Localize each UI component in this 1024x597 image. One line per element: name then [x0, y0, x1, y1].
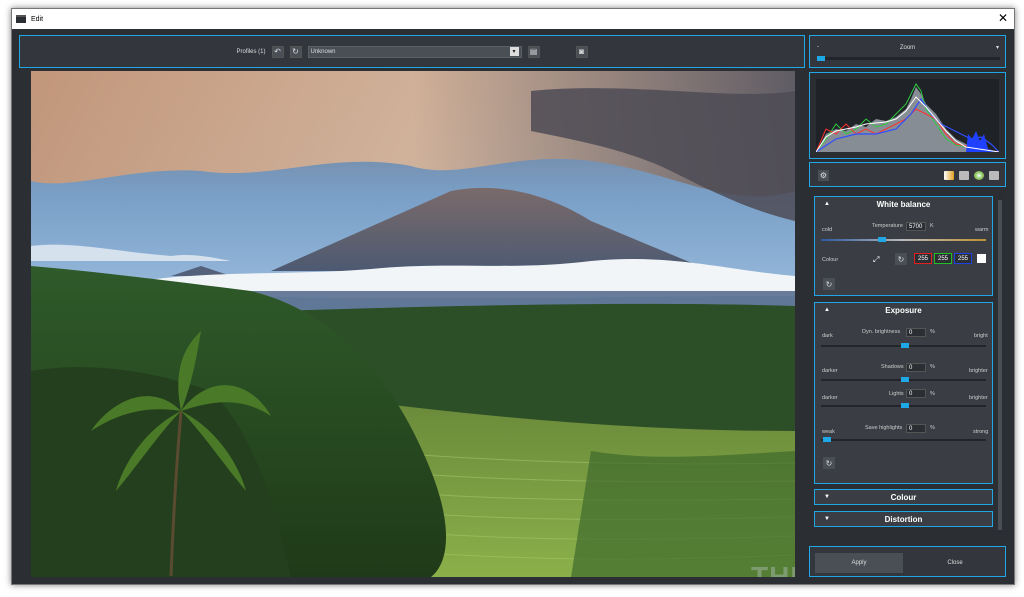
expand-icon[interactable]: ▼ [824, 516, 830, 522]
zoom-panel: - Zoom ▾ [809, 35, 1006, 68]
dyn-brightness-thumb[interactable] [901, 343, 909, 348]
lights-label: Lights [889, 391, 904, 397]
reset-profile-button[interactable]: ↻ [289, 45, 302, 58]
shadows-label: Shadows [881, 364, 904, 370]
tool-icons [944, 171, 999, 180]
settings-scroll-area[interactable]: ▲ White balance cold Temperature 5700 K … [809, 190, 1006, 543]
reset-colour-button[interactable]: ↻ [895, 253, 907, 265]
landscape-photo [31, 71, 795, 577]
shadows-input[interactable]: 0 [906, 363, 926, 372]
profile-toolbar: Profiles (1) ↶ ↻ Unknown ▾ ▤ ◙ [19, 35, 805, 68]
save-right-label: strong [973, 429, 989, 435]
save-highlights-slider[interactable] [821, 437, 986, 442]
white-balance-section: ▲ White balance cold Temperature 5700 K … [814, 196, 993, 296]
lights-thumb[interactable] [901, 403, 909, 408]
settings-scrollbar[interactable] [998, 192, 1002, 542]
exposure-reset-button[interactable]: ↻ [823, 457, 835, 469]
colour-section[interactable]: ▼ Colour [814, 489, 993, 505]
zoom-slider-thumb[interactable] [817, 56, 825, 61]
white-balance-title: White balance [876, 199, 931, 209]
save-highlights-label: Save highlights [865, 425, 903, 431]
image-tool-icon[interactable] [959, 171, 969, 180]
window-close-button[interactable]: ✕ [998, 11, 1008, 25]
tools-panel: ⚙ [809, 162, 1006, 187]
colour-label: Colour [822, 257, 839, 263]
save-unit: % [930, 425, 935, 431]
photo-preview[interactable]: THESOFTWARE.SHOP [31, 71, 795, 577]
cold-label: cold [822, 227, 833, 233]
shadows-left-label: darker [822, 368, 838, 374]
chevron-down-icon: ▾ [509, 47, 519, 56]
dyn-right-label: bright [974, 333, 988, 339]
exposure-section: ▲ Exposure dark Dyn. brightness 0 % brig… [814, 302, 993, 484]
distortion-title: Distortion [884, 514, 923, 524]
lights-unit: % [930, 391, 935, 397]
white-balance-header[interactable]: ▲ White balance [815, 197, 992, 211]
colour-title: Colour [890, 492, 917, 502]
lights-slider[interactable] [821, 403, 986, 408]
shadows-thumb[interactable] [901, 377, 909, 382]
color-wheel-icon[interactable] [974, 171, 984, 180]
white-balance-reset-button[interactable]: ↻ [823, 278, 835, 290]
gradient-tool-icon[interactable] [944, 171, 954, 180]
watermark-text: THESOFTWARE.SHOP [751, 561, 795, 577]
green-value-input[interactable]: 255 [934, 253, 952, 264]
profiles-label: Profiles (1) [236, 48, 266, 55]
temperature-input[interactable]: 5700 [906, 222, 926, 231]
title-bar: Edit ✕ [12, 9, 1014, 29]
lights-input[interactable]: 0 [906, 389, 926, 398]
zoom-slider[interactable] [817, 56, 1000, 61]
dyn-brightness-slider[interactable] [821, 343, 986, 348]
dyn-brightness-input[interactable]: 0 [906, 328, 926, 337]
profile-select[interactable]: Unknown ▾ [307, 45, 522, 58]
colour-header[interactable]: ▼ Colour [815, 490, 992, 504]
window-title: Edit [31, 15, 44, 23]
temperature-label: Temperature [872, 223, 903, 229]
action-panel: Apply Close [809, 546, 1006, 577]
save-left-label: weak [822, 429, 835, 435]
distortion-header[interactable]: ▼ Distortion [815, 512, 992, 526]
eyedropper-icon[interactable]: ⤢ [873, 255, 879, 265]
dyn-brightness-label: Dyn. brightness [862, 329, 901, 335]
profile-select-value: Unknown [310, 48, 336, 55]
snapshot-camera-button[interactable]: ◙ [575, 45, 588, 58]
save-highlights-input[interactable]: 0 [906, 424, 926, 433]
distortion-section[interactable]: ▼ Distortion [814, 511, 993, 527]
histogram-chart [816, 79, 999, 152]
scrollbar-thumb[interactable] [998, 200, 1002, 530]
close-button[interactable]: Close [911, 553, 999, 573]
save-highlights-thumb[interactable] [823, 437, 831, 442]
zoom-dropdown-icon[interactable]: ▾ [996, 44, 999, 51]
temperature-unit: K [930, 223, 934, 229]
red-value-input[interactable]: 255 [914, 253, 932, 264]
camera-icon[interactable] [989, 171, 999, 180]
lights-left-label: darker [822, 395, 838, 401]
histogram-panel [809, 72, 1006, 159]
exposure-header[interactable]: ▲ Exposure [815, 303, 992, 317]
shadows-right-label: brighter [969, 368, 988, 374]
shadows-slider[interactable] [821, 377, 986, 382]
edit-window: Edit ✕ Profiles (1) ↶ ↻ Unknown ▾ ▤ ◙ TH… [11, 8, 1015, 585]
expand-icon[interactable]: ▼ [824, 494, 830, 500]
gear-icon[interactable]: ⚙ [818, 170, 829, 181]
colour-swatch[interactable] [977, 254, 986, 263]
blue-value-input[interactable]: 255 [954, 253, 972, 264]
dyn-left-label: dark [822, 333, 833, 339]
lights-right-label: brighter [969, 395, 988, 401]
app-icon [16, 15, 26, 23]
warm-label: warm [975, 227, 989, 233]
collapse-icon[interactable]: ▲ [824, 307, 830, 313]
apply-button[interactable]: Apply [815, 553, 903, 573]
zoom-label: Zoom [899, 45, 916, 51]
save-profile-button[interactable]: ▤ [527, 45, 540, 58]
temperature-slider-thumb[interactable] [878, 237, 886, 242]
exposure-title: Exposure [885, 305, 922, 315]
shadows-unit: % [930, 364, 935, 370]
dyn-unit: % [930, 329, 935, 335]
temperature-slider[interactable] [821, 237, 986, 242]
collapse-icon[interactable]: ▲ [824, 201, 830, 207]
undo-button[interactable]: ↶ [271, 45, 284, 58]
